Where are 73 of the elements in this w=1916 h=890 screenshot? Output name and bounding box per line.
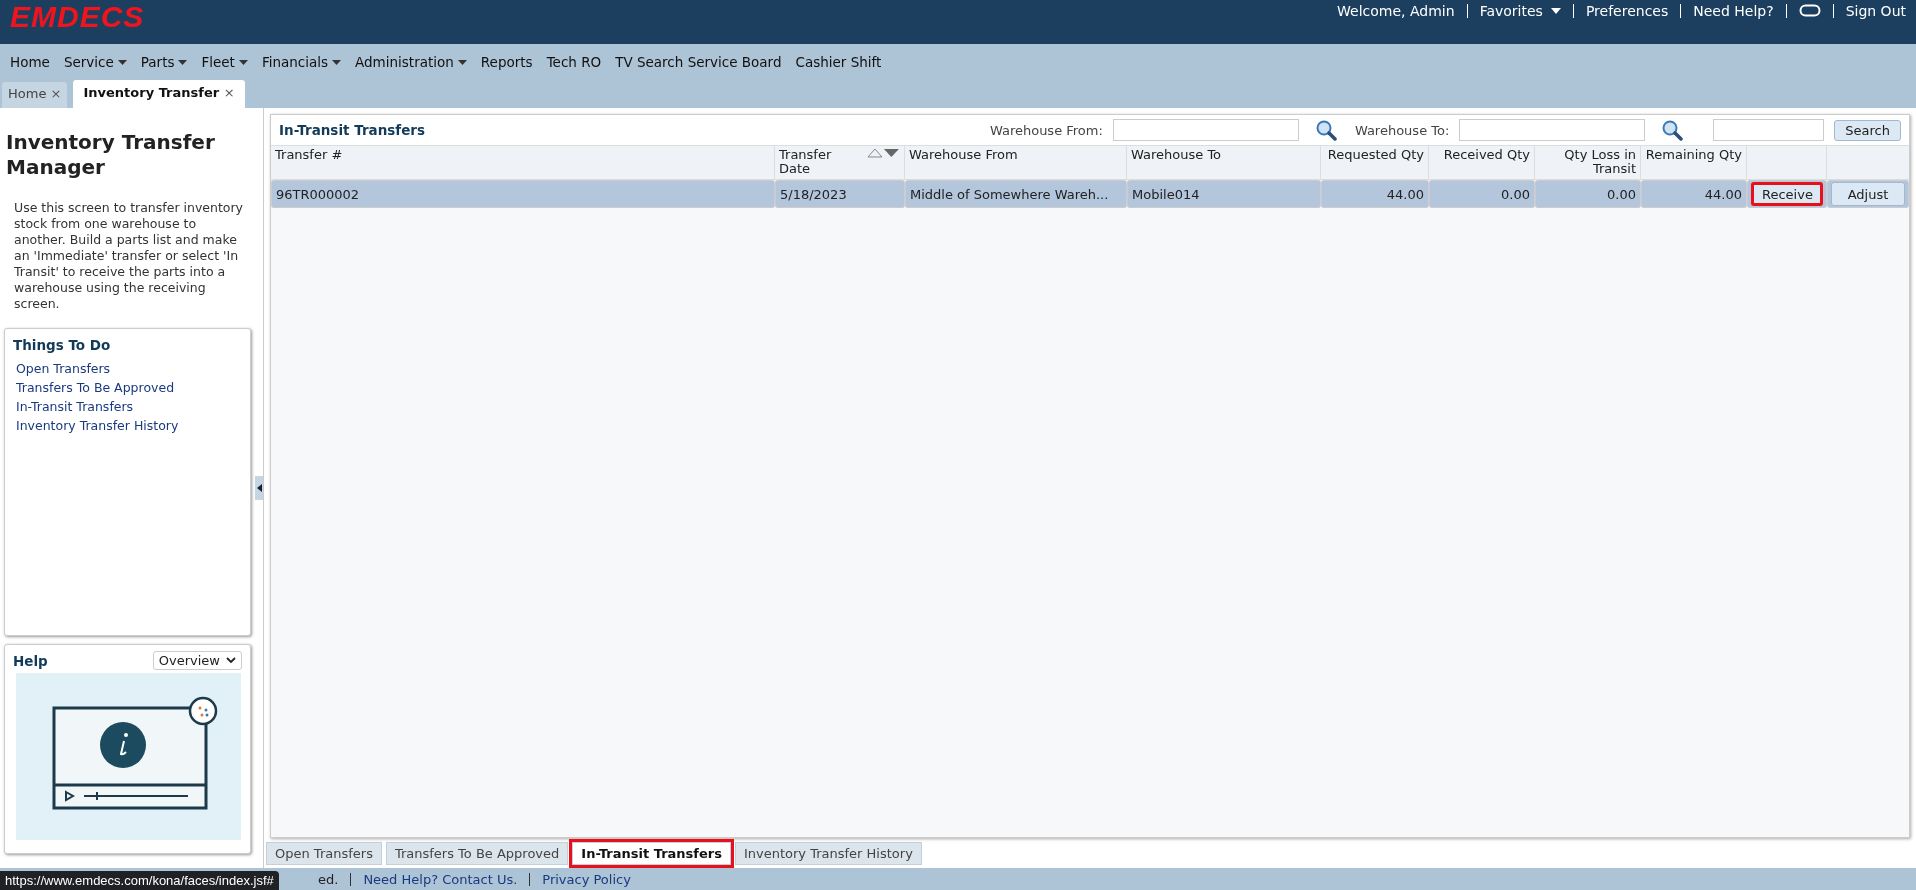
warehouse-field[interactable] <box>1459 119 1646 141</box>
search-icon[interactable] <box>1661 119 1684 141</box>
caret-icon[interactable] <box>238 59 248 65</box>
description-text: Use this screen to transfer inventory stock from one warehouse to another. Build a parts list and make an 'Immediate' transfer or select 'In Transit' to receive the parts into a warehouse using the receiving screen. <box>14 200 244 312</box>
column-header[interactable]: Received Qty <box>1429 146 1535 180</box>
copyright-text: ed. <box>318 871 339 887</box>
caret-icon[interactable] <box>332 59 342 65</box>
task-link[interactable]: In-Transit Transfers <box>16 397 134 416</box>
panel-title: Things To Do <box>13 337 111 353</box>
panel-title: Help <box>13 652 48 669</box>
nav-menu-item[interactable]: Parts <box>140 54 175 70</box>
table-cell: 5/18/2023 <box>775 180 905 208</box>
table-cell: 44.00 <box>1641 180 1747 208</box>
video-player-drawing[interactable] <box>16 673 241 840</box>
search-field[interactable] <box>1713 119 1825 141</box>
column-header[interactable]: Requested Qty <box>1321 146 1429 180</box>
column-header[interactable]: Remaining Qty <box>1641 146 1747 180</box>
caret-icon[interactable] <box>1550 8 1561 14</box>
table-cell: Middle of Somewhere Wareh... <box>905 180 1127 208</box>
footer-link[interactable]: Need Help? Contact Us. <box>363 871 518 887</box>
nav-menu-item[interactable]: Tech RO <box>546 54 602 70</box>
task-link[interactable]: Transfers To Be Approved <box>16 378 175 397</box>
column-header[interactable]: Warehouse To <box>1127 146 1321 180</box>
table-cell: 0.00 <box>1429 180 1535 208</box>
column-header[interactable]: Transfer # <box>271 146 775 180</box>
status-url-tooltip: https://www.emdecs.com/kona/faces/index.jsf# <box>0 871 279 890</box>
view-tab[interactable]: In-Transit Transfers <box>572 841 731 865</box>
caret-icon[interactable] <box>178 59 188 65</box>
filter-label: Warehouse To: <box>1354 122 1450 138</box>
nav-menu-item[interactable]: Service <box>63 54 114 70</box>
search-button[interactable]: Search <box>1834 119 1901 141</box>
task-link[interactable]: Inventory Transfer History <box>16 416 179 435</box>
help-topic-select[interactable]: Overview <box>152 651 242 670</box>
view-tab[interactable]: Inventory Transfer History <box>734 841 922 865</box>
sort-icon[interactable] <box>866 148 900 158</box>
chat-icon[interactable] <box>1798 4 1821 18</box>
page-title: Inventory Transfer Manager <box>6 130 216 180</box>
grid-title: In-Transit Transfers <box>279 122 426 138</box>
caret-icon[interactable] <box>457 59 467 65</box>
nav-menu-item[interactable]: TV Search Service Board <box>615 54 782 70</box>
receive-button[interactable]: Receive <box>1751 182 1823 206</box>
column-header[interactable]: Warehouse From <box>905 146 1127 180</box>
task-link[interactable]: Open Transfers <box>16 359 111 378</box>
header-link[interactable]: Need Help? <box>1693 3 1774 19</box>
adjust-button[interactable]: Adjust <box>1831 182 1905 206</box>
table-cell: 0.00 <box>1535 180 1641 208</box>
column-header[interactable]: Qty Loss in Transit <box>1535 146 1641 180</box>
page-tab[interactable]: Home × <box>2 82 68 108</box>
header-link[interactable]: Preferences <box>1585 3 1669 19</box>
close-icon[interactable]: × <box>50 86 62 101</box>
welcome-text: Welcome, Admin <box>1337 3 1455 19</box>
warehouse-field[interactable] <box>1112 119 1299 141</box>
nav-menu-item[interactable]: Reports <box>480 54 533 70</box>
emdecs-logo: EMDECS <box>10 0 145 34</box>
table-cell: 96TR000002 <box>271 180 775 208</box>
nav-menu-item[interactable]: Financials <box>261 54 329 70</box>
favorites-menu[interactable]: Favorites <box>1479 3 1543 19</box>
nav-menu-item[interactable]: Home <box>10 54 50 70</box>
view-tab[interactable]: Transfers To Be Approved <box>385 841 569 865</box>
page-tab[interactable]: Inventory Transfer × <box>73 80 245 108</box>
chevron-down-icon <box>226 657 236 664</box>
footer-link[interactable]: Privacy Policy <box>542 871 631 887</box>
nav-menu-item[interactable]: Fleet <box>201 54 235 70</box>
caret-icon[interactable] <box>117 59 127 65</box>
header-link[interactable]: Sign Out <box>1845 3 1906 19</box>
table-cell: 44.00 <box>1321 180 1429 208</box>
close-icon[interactable]: × <box>223 85 235 100</box>
table-cell: Mobile014 <box>1127 180 1321 208</box>
search-icon[interactable] <box>1314 119 1337 141</box>
view-tab[interactable]: Open Transfers <box>266 841 382 865</box>
nav-menu-item[interactable]: Administration <box>355 54 454 70</box>
nav-menu-item[interactable]: Cashier Shift <box>795 54 882 70</box>
filter-label: Warehouse From: <box>989 122 1103 138</box>
